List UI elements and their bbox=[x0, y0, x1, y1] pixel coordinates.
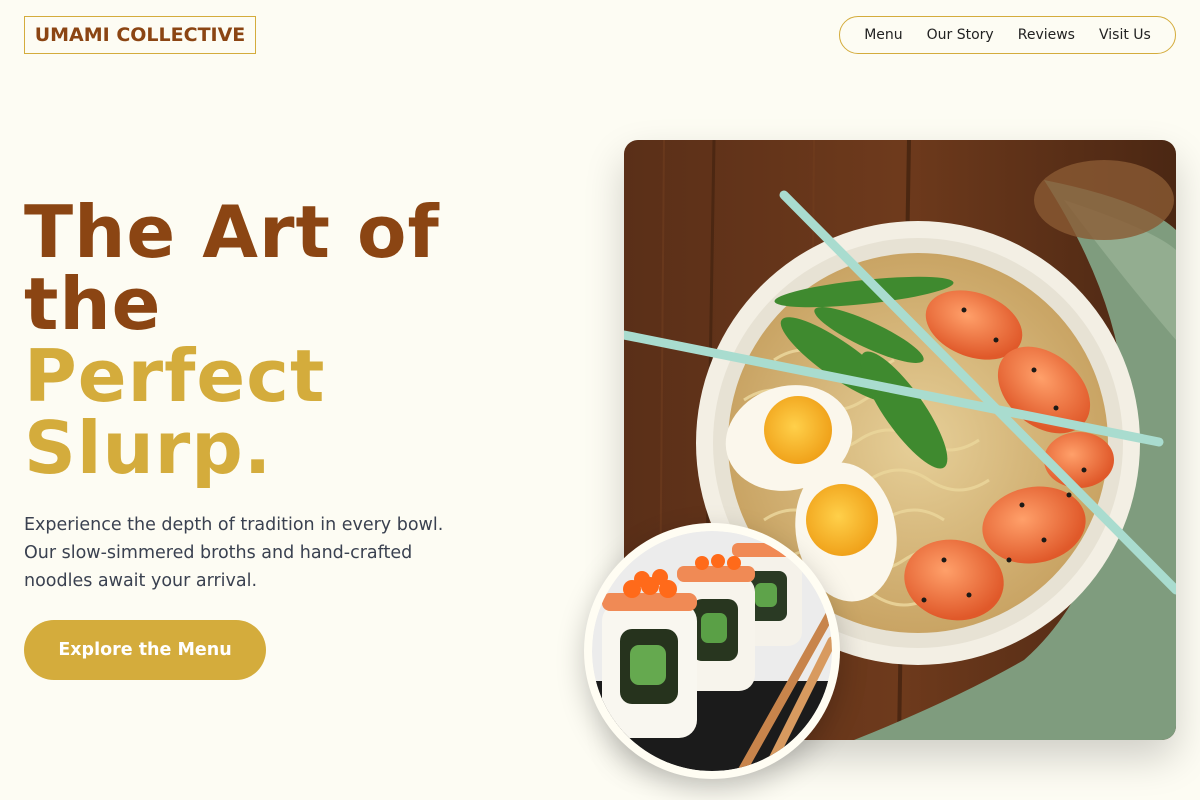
top-nav: Menu Our Story Reviews Visit Us bbox=[839, 16, 1176, 54]
headline-line-2: the bbox=[24, 262, 162, 346]
hero-subtext: Experience the depth of tradition in eve… bbox=[24, 515, 444, 591]
headline-line-4: Slurp. bbox=[24, 406, 273, 490]
sushi-inset-photo bbox=[584, 523, 840, 779]
brand-logo[interactable]: UMAMI COLLECTIVE bbox=[24, 16, 256, 54]
nav-item-menu[interactable]: Menu bbox=[864, 27, 902, 43]
explore-menu-button[interactable]: Explore the Menu bbox=[24, 620, 266, 680]
nav-item-our-story[interactable]: Our Story bbox=[927, 27, 994, 43]
sushi-image bbox=[592, 531, 832, 771]
nav-item-reviews[interactable]: Reviews bbox=[1018, 27, 1075, 43]
nav-item-visit-us[interactable]: Visit Us bbox=[1099, 27, 1151, 43]
headline-line-3: Perfect bbox=[24, 334, 326, 418]
headline-line-1: The Art of bbox=[24, 190, 440, 274]
hero-headline: The Art of the Perfect Slurp. bbox=[24, 196, 440, 484]
